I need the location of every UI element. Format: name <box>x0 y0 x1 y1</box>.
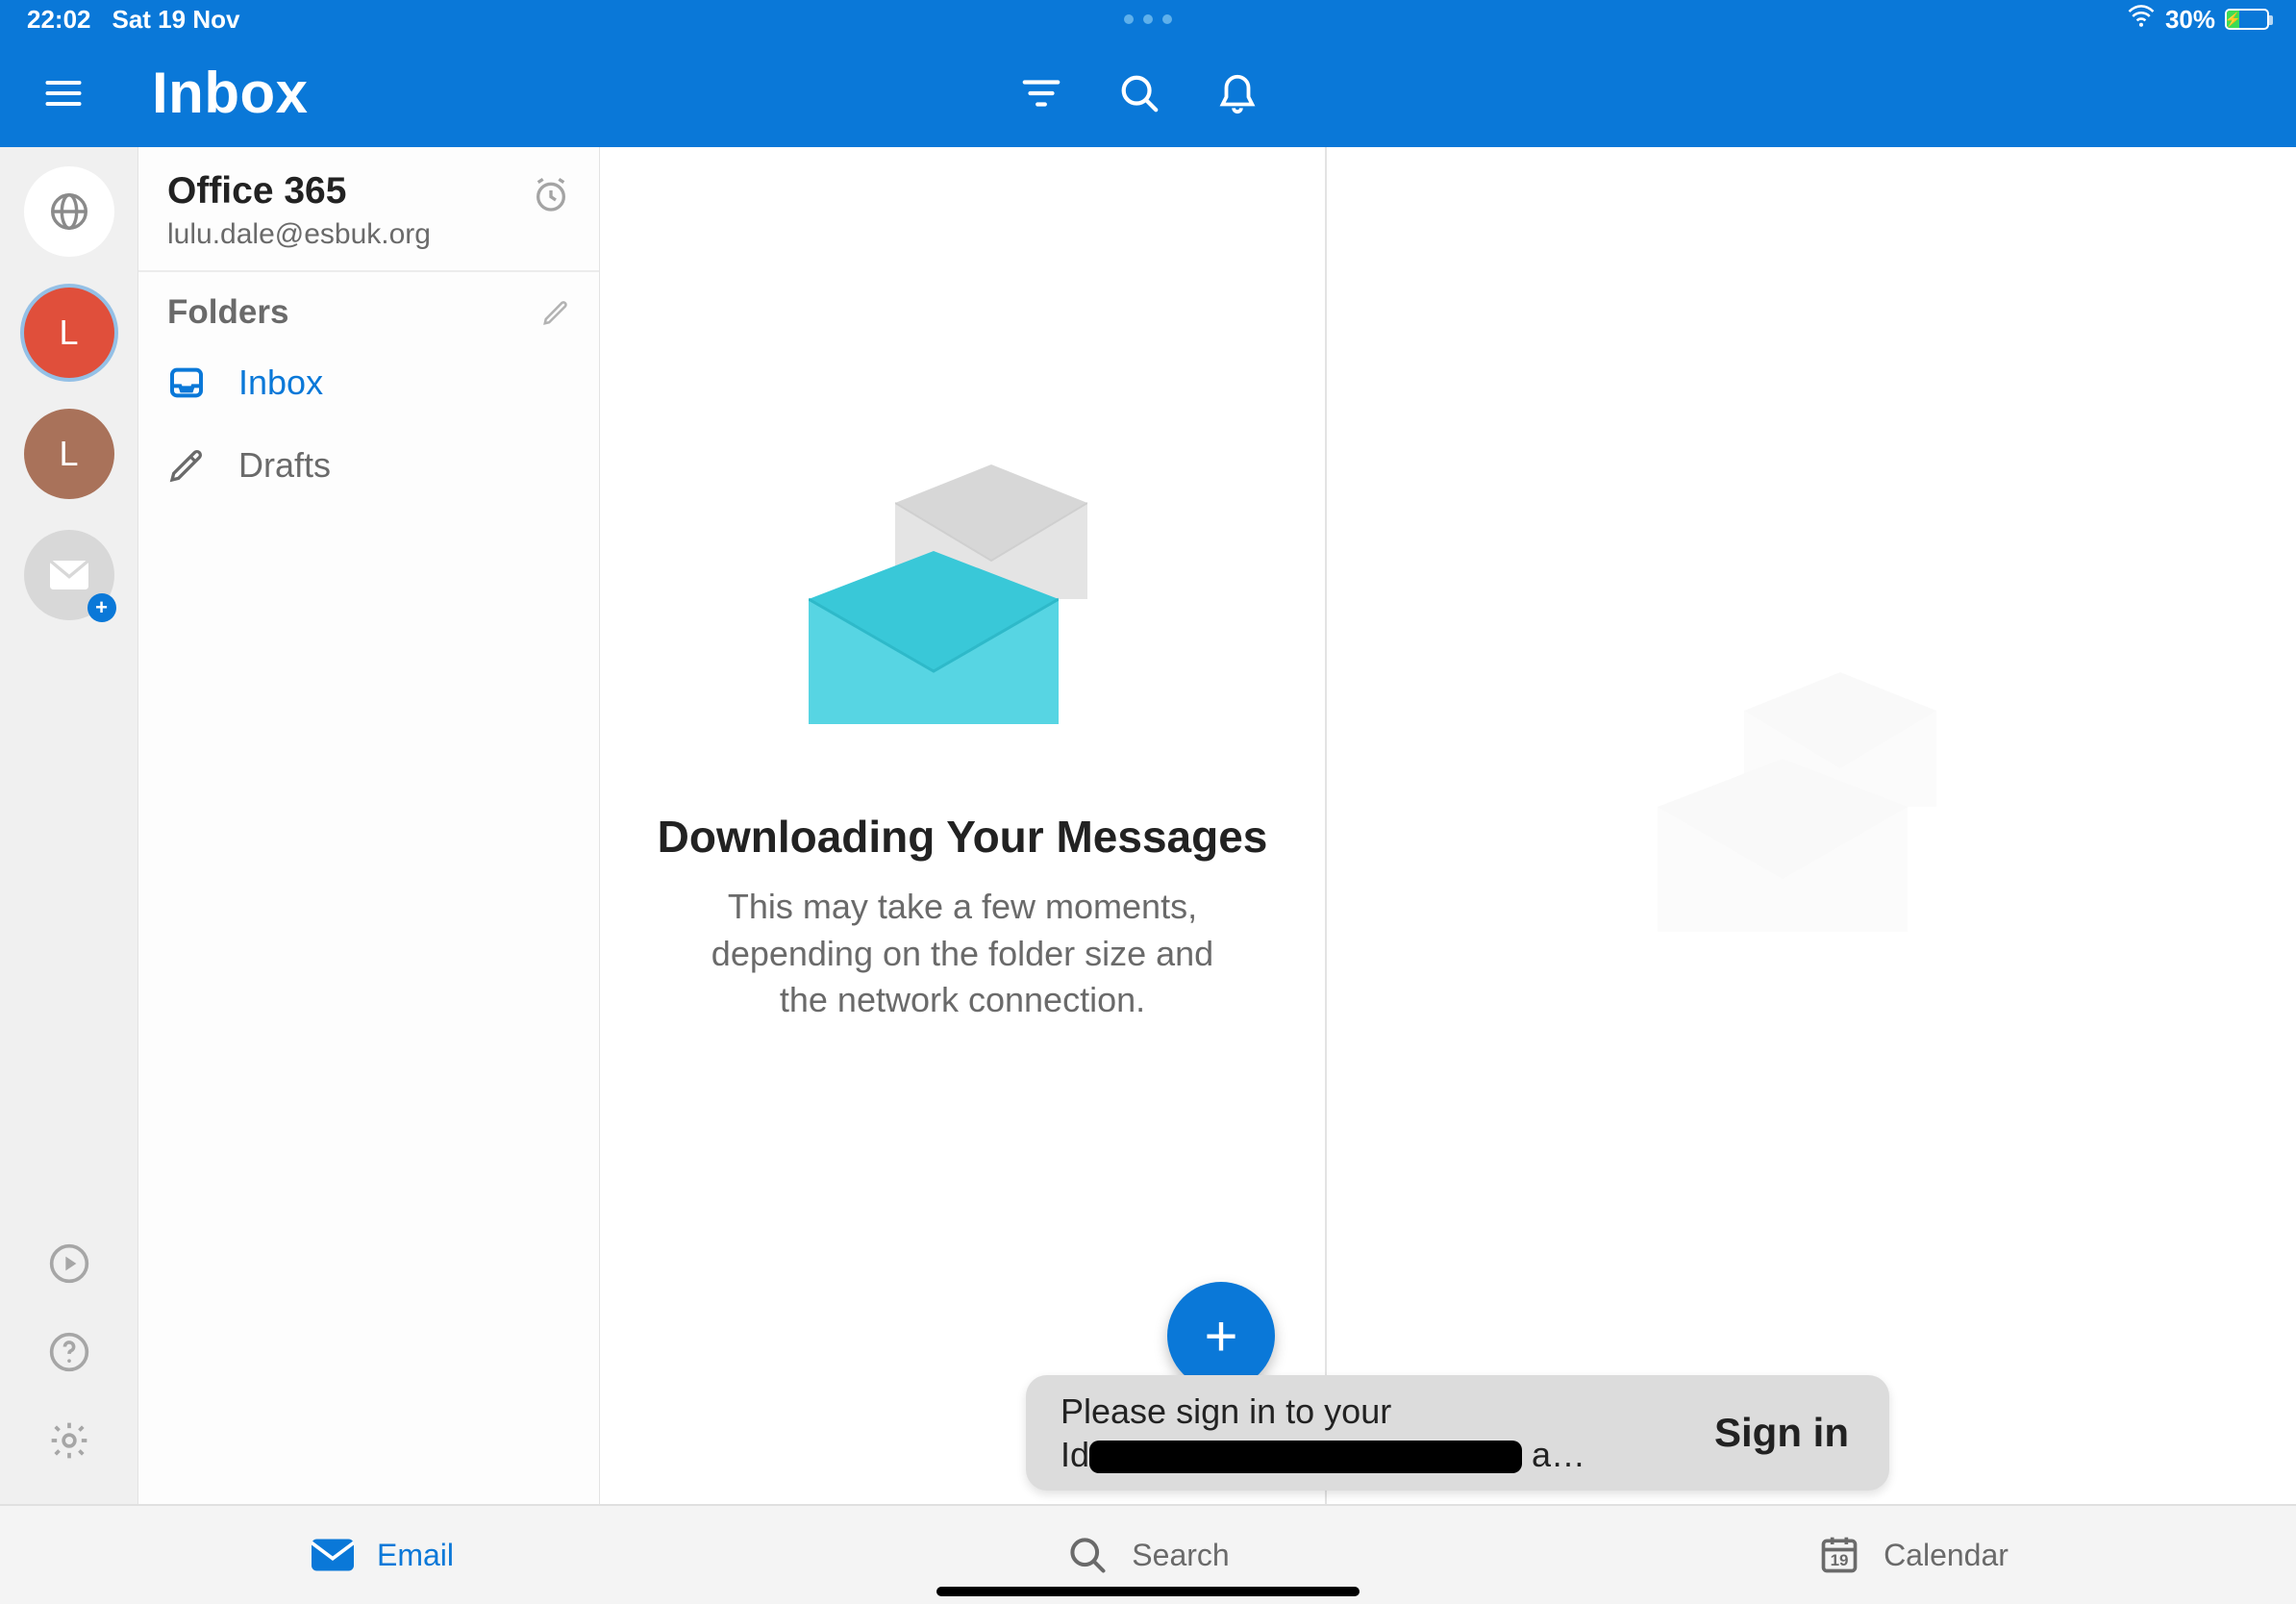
reading-pane <box>1327 147 2296 1504</box>
sign-in-button[interactable]: Sign in <box>1714 1410 1849 1456</box>
search-icon <box>1066 1534 1109 1576</box>
edit-folders-icon[interactable] <box>541 298 570 327</box>
help-icon[interactable] <box>48 1331 90 1373</box>
sign-in-toast: Please sign in to your Id a… Sign in <box>1026 1375 1889 1491</box>
all-accounts-icon[interactable] <box>24 166 114 257</box>
tab-label: Calendar <box>1884 1538 2009 1573</box>
bottom-tab-bar: Email Search 19 Calendar <box>0 1504 2296 1604</box>
inbox-icon <box>167 363 206 402</box>
account-avatar-1[interactable]: L <box>24 288 114 378</box>
battery-percent: 30% <box>2165 5 2215 35</box>
plus-icon: + <box>1204 1303 1237 1369</box>
snooze-icon[interactable] <box>532 176 570 214</box>
status-bar: 22:02 Sat 19 Nov 30% ⚡ <box>0 0 2296 38</box>
status-time: 22:02 <box>27 5 91 35</box>
search-icon[interactable] <box>1117 71 1161 115</box>
empty-state-illustration <box>809 464 1116 772</box>
status-date: Sat 19 Nov <box>112 5 240 35</box>
email-icon <box>312 1534 354 1576</box>
empty-state-title: Downloading Your Messages <box>658 811 1268 863</box>
folder-item-inbox[interactable]: Inbox <box>138 341 599 424</box>
gear-icon[interactable] <box>48 1419 90 1462</box>
add-account-button[interactable]: + <box>24 530 114 620</box>
avatar-letter: L <box>59 313 78 353</box>
folders-heading: Folders <box>167 293 288 332</box>
wifi-icon <box>2127 2 2156 38</box>
account-name: Office 365 <box>167 170 431 213</box>
empty-state-subtitle: This may take a few moments, depending o… <box>693 884 1232 1024</box>
drafts-icon <box>167 446 206 485</box>
reading-pane-placeholder-icon <box>1658 672 1965 980</box>
tab-label: Search <box>1132 1538 1229 1573</box>
account-email: lulu.dale@esbuk.org <box>167 218 431 251</box>
redacted-text <box>1089 1441 1522 1473</box>
multitask-dots-icon[interactable] <box>1124 14 1172 24</box>
menu-icon[interactable] <box>42 72 85 114</box>
toast-message: Please sign in to your Id a… <box>1061 1390 1585 1476</box>
battery-icon: ⚡ <box>2225 9 2269 30</box>
folder-item-drafts[interactable]: Drafts <box>138 424 599 507</box>
plus-badge-icon: + <box>87 593 116 622</box>
avatar-letter: L <box>59 434 78 474</box>
tab-email[interactable]: Email <box>0 1506 765 1604</box>
main-area: L L + <box>0 147 2296 1504</box>
message-list: Downloading Your Messages This may take … <box>600 147 1327 1504</box>
tab-label: Email <box>377 1538 454 1573</box>
compose-button[interactable]: + <box>1167 1282 1275 1390</box>
account-rail: L L + <box>0 147 138 1504</box>
folder-label: Drafts <box>238 445 331 486</box>
calendar-day: 19 <box>1818 1551 1860 1570</box>
home-indicator[interactable] <box>936 1587 1360 1596</box>
tab-calendar[interactable]: 19 Calendar <box>1531 1506 2296 1604</box>
play-icon[interactable] <box>48 1242 90 1285</box>
page-title: Inbox <box>152 60 309 126</box>
folder-pane: Office 365 lulu.dale@esbuk.org Folders <box>138 147 600 1504</box>
bell-icon[interactable] <box>1215 71 1260 115</box>
folder-label: Inbox <box>238 363 323 403</box>
calendar-icon: 19 <box>1818 1534 1860 1576</box>
account-avatar-2[interactable]: L <box>24 409 114 499</box>
app-header: Inbox <box>0 38 2296 147</box>
filter-icon[interactable] <box>1019 71 1063 115</box>
account-header[interactable]: Office 365 lulu.dale@esbuk.org <box>138 147 599 272</box>
